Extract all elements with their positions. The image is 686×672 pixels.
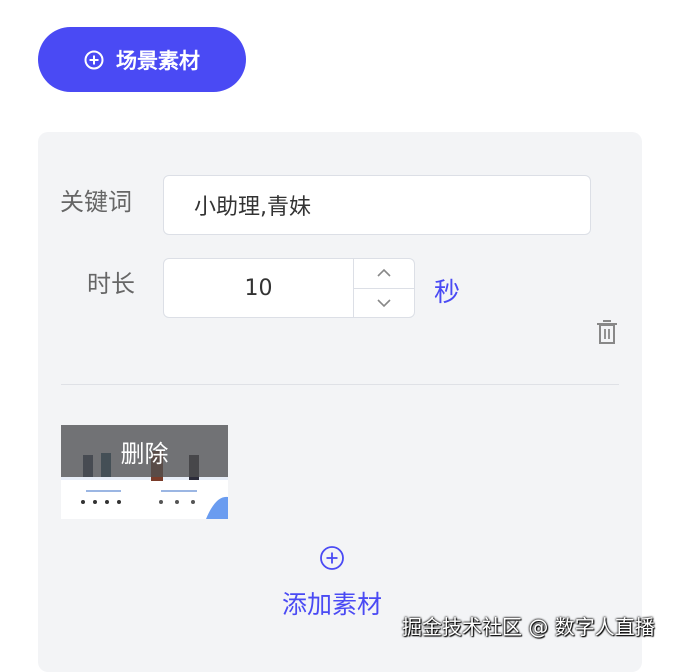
decrement-button[interactable] (354, 289, 414, 318)
add-material-button[interactable]: 添加素材 (270, 545, 394, 621)
duration-label: 时长 (87, 270, 135, 298)
plus-circle-icon (320, 546, 344, 570)
duration-value: 10 (244, 275, 273, 301)
add-material-label: 添加素材 (281, 590, 382, 619)
trash-icon[interactable] (595, 319, 619, 345)
divider (61, 384, 619, 385)
delete-overlay[interactable]: 删除 (61, 425, 228, 477)
scene-material-button[interactable]: 场景素材 (38, 27, 246, 92)
chevron-down-icon (377, 299, 391, 307)
duration-stepper (353, 259, 414, 317)
delete-label: 删除 (120, 439, 169, 468)
keyword-label: 关键词 (60, 188, 132, 216)
increment-button[interactable] (354, 259, 414, 289)
keyword-input[interactable]: 小助理,青妹 (163, 175, 591, 235)
material-thumbnail[interactable]: 删除 (61, 425, 228, 519)
duration-input[interactable]: 10 (163, 258, 415, 318)
plus-circle-icon (84, 50, 104, 69)
watermark: 掘金技术社区 @ 数字人直播 (402, 615, 655, 639)
duration-unit: 秒 (434, 278, 461, 308)
chevron-up-icon (377, 269, 391, 277)
keyword-value: 小助理,青妹 (194, 195, 311, 220)
scene-material-label: 场景素材 (116, 48, 200, 73)
